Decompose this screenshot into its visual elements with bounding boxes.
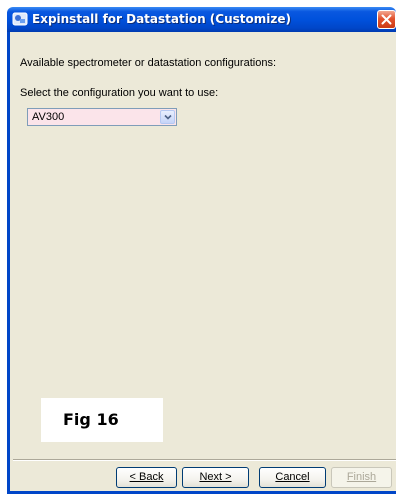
chevron-down-icon xyxy=(164,114,172,120)
title-bar[interactable]: Expinstall for Datastation (Customize) xyxy=(7,7,396,32)
cancel-button[interactable]: Cancel xyxy=(259,467,326,488)
finish-button[interactable]: Finish xyxy=(331,467,392,488)
window-title: Expinstall for Datastation (Customize) xyxy=(32,12,291,26)
app-icon xyxy=(12,11,28,27)
window-frame: Available spectrometer or datastation co… xyxy=(7,32,396,494)
configuration-select[interactable]: AV300 xyxy=(27,108,177,126)
wizard-button-bar: < Back Next > Cancel Finish xyxy=(13,461,396,491)
figure-label-box: Fig 16 xyxy=(41,398,163,442)
figure-label: Fig 16 xyxy=(63,410,119,429)
wizard-content: Available spectrometer or datastation co… xyxy=(13,32,396,459)
select-configuration-label: Select the configuration you want to use… xyxy=(20,87,219,99)
available-configurations-label: Available spectrometer or datastation co… xyxy=(20,57,276,69)
close-icon xyxy=(381,14,392,25)
configuration-select-value: AV300 xyxy=(32,111,65,123)
next-button[interactable]: Next > xyxy=(182,467,249,488)
installer-window: Expinstall for Datastation (Customize) A… xyxy=(0,0,396,494)
back-button[interactable]: < Back xyxy=(116,467,177,488)
dropdown-button[interactable] xyxy=(160,110,175,124)
close-button[interactable] xyxy=(377,10,396,29)
